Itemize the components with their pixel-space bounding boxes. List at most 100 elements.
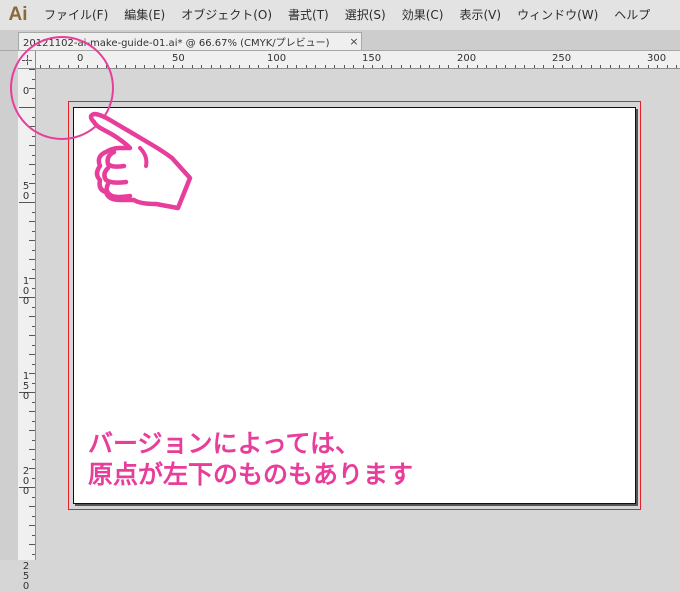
ruler-tick [29,316,35,317]
ruler-tick [647,65,649,68]
ruler-label: 250 [552,53,572,64]
ruler-tick [210,65,212,68]
ruler-tick [29,525,35,526]
ruler-tick [486,65,488,68]
ruler-tick [400,65,402,68]
ruler-tick [676,65,678,68]
ruler-tick [638,65,640,68]
ruler-tick [134,65,136,68]
annotation-line-1: バージョンによっては、 [88,429,361,458]
ruler-tick [32,173,35,175]
horizontal-ruler[interactable]: 0 50 100 150 200 250 300 [36,51,680,69]
ruler-tick [448,65,450,68]
ruler-tick [29,240,35,241]
ruler-tick [29,544,35,545]
menu-effect[interactable]: 効果(C) [394,0,452,30]
pointing-hand-icon [88,111,193,211]
ruler-label: 200 [457,53,477,64]
ruler-tick [29,354,35,355]
menu-edit[interactable]: 編集(E) [116,0,173,30]
ruler-tick [19,202,35,203]
ruler-tick [410,65,412,68]
ruler-tick [476,65,478,68]
ruler-tick [524,65,526,68]
ruler-tick [600,65,602,68]
ruler-tick [258,65,260,68]
ruler-tick [32,458,35,460]
ruler-tick [239,65,241,68]
ruler-tick [201,65,203,68]
ruler-tick [505,65,507,68]
ruler-tick [562,65,564,68]
ruler-tick [514,65,516,68]
menu-bar: Ai ファイル(F) 編集(E) オブジェクト(O) 書式(T) 選択(S) 効果(C) 表… [0,0,680,31]
menu-object[interactable]: オブジェクト(O) [173,0,280,30]
app-logo: Ai [8,4,28,25]
ruler-tick [277,65,279,68]
ruler-tick [267,65,269,68]
menu-select[interactable]: 選択(S) [337,0,394,30]
ruler-tick [32,553,35,555]
ruler-tick [182,65,184,68]
ruler-tick [29,411,35,412]
ruler-tick [32,230,35,232]
ruler-tick [153,65,155,68]
ruler-tick [115,65,117,68]
ruler-tick [32,268,35,270]
ruler-tick [552,65,554,68]
menu-help[interactable]: ヘルプ [606,0,658,30]
ruler-label: 50 [172,53,185,64]
ruler-tick [32,515,35,517]
ruler-tick [32,306,35,308]
menu-items: ファイル(F) 編集(E) オブジェクト(O) 書式(T) 選択(S) 効果(C) 表示(V… [36,0,658,30]
ruler-tick [315,65,317,68]
ruler-tick [32,344,35,346]
ruler-tick [609,65,611,68]
ruler-tick [590,65,592,68]
ruler-tick [286,65,288,68]
ruler-tick [296,65,298,68]
menu-view[interactable]: 表示(V) [451,0,509,30]
ruler-tick [628,65,630,68]
ruler-label: 300 [647,53,667,64]
ruler-label: 200 [22,466,30,497]
ruler-tick [32,382,35,384]
ruler-tick [457,65,459,68]
menu-window[interactable]: ウィンドウ(W) [509,0,606,30]
ruler-label: 100 [267,53,287,64]
ruler-tick [29,259,35,260]
ruler-tick [32,192,35,194]
ruler-tick [125,65,127,68]
ruler-label: 100 [22,276,30,307]
ruler-tick [362,65,364,68]
ruler-tick [429,65,431,68]
ruler-tick [191,65,193,68]
ruler-tick [32,477,35,479]
ruler-tick [32,154,35,156]
ruler-label: 150 [362,53,382,64]
ruler-tick [372,65,374,68]
document-tab-bar: 20121102-ai-make-guide-01.ai* @ 66.67% (… [0,31,680,51]
ruler-tick [32,211,35,213]
ruler-tick [334,65,336,68]
ruler-tick [32,439,35,441]
ruler-tick [32,401,35,403]
ruler-tick [666,65,668,68]
ruler-tick [163,65,165,68]
ruler-tick [533,65,535,68]
ruler-tick [220,65,222,68]
ruler-tick [29,164,35,165]
ruler-tick [29,506,35,507]
ruler-tick [29,335,35,336]
ruler-tick [248,65,250,68]
menu-file[interactable]: ファイル(F) [36,0,116,30]
ruler-tick [391,65,393,68]
menu-type[interactable]: 書式(T) [280,0,337,30]
ruler-tick [32,249,35,251]
ruler-tick [619,65,621,68]
ruler-tick [438,65,440,68]
ruler-tick [29,430,35,431]
ruler-tick [32,420,35,422]
close-icon[interactable]: × [347,35,361,48]
ruler-tick [32,496,35,498]
